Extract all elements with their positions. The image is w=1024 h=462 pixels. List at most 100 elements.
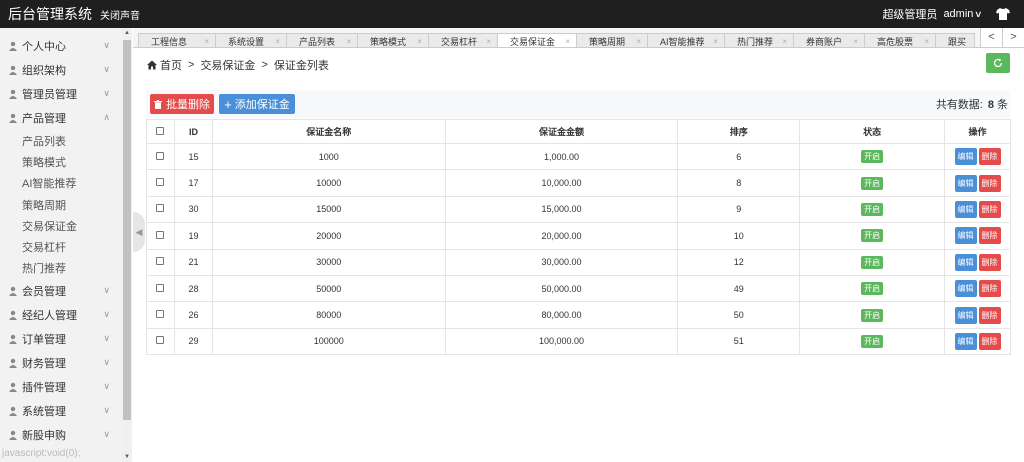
breadcrumb-level1[interactable]: 交易保证金 [200,57,255,73]
sidebar-item-a3[interactable]: 财务管理 ∨ [0,351,120,375]
header-amount[interactable]: 保证金金额 [444,119,679,144]
close-icon[interactable]: × [853,37,858,46]
tab-next-button[interactable]: > [1002,28,1024,47]
scroll-down-icon[interactable]: ▼ [124,454,130,460]
edit-button[interactable]: 编辑 [954,306,977,324]
sidebar-item-1[interactable]: 组织架构 ∨ [0,58,120,82]
status-badge[interactable]: 开启 [861,150,884,164]
sidebar-collapse-handle[interactable]: ◀ [133,212,145,252]
row-checkbox[interactable] [156,151,165,160]
row-checkbox[interactable] [156,336,165,345]
sidebar-subitem[interactable]: 产品列表 [0,130,120,151]
row-checkbox[interactable] [156,310,165,319]
tab-4[interactable]: 交易杠杆 × [428,33,498,47]
header-name[interactable]: 保证金名称 [211,119,446,144]
tab-10[interactable]: 高危股票 × [864,33,936,47]
header-status[interactable]: 状态 [799,119,946,144]
tab-prev-button[interactable]: < [981,28,1002,47]
status-badge[interactable]: 开启 [861,282,884,296]
edit-button[interactable]: 编辑 [954,332,977,350]
sidebar-item-3[interactable]: 产品管理 ∧ [0,106,120,130]
row-checkbox[interactable] [156,178,165,187]
edit-button[interactable]: 编辑 [954,200,977,218]
cell-status: 开启 [799,274,946,303]
chevron-down-icon[interactable]: ∨ [974,9,983,20]
cell-status: 开启 [799,142,946,171]
close-icon[interactable]: × [417,37,422,46]
sidebar-subitem[interactable]: 策略模式 [0,151,120,172]
sidebar-item-a2[interactable]: 订单管理 ∨ [0,327,120,351]
sidebar-item-a1[interactable]: 经纪人管理 ∨ [0,303,120,327]
edit-button[interactable]: 编辑 [954,280,977,298]
close-icon[interactable]: × [636,37,641,46]
tab-9[interactable]: 券商账户 × [793,33,865,47]
breadcrumb-home[interactable]: 首页 [160,57,182,73]
mute-sound-link[interactable]: 关闭声音 [100,7,140,22]
close-icon[interactable]: × [713,37,718,46]
total-number: 8 [987,99,994,111]
sidebar-item-a6[interactable]: 新股申购 ∨ [0,423,120,447]
status-badge[interactable]: 开启 [861,229,884,243]
header-id[interactable]: ID [173,119,213,144]
tab-6[interactable]: 策略周期 × [576,33,648,47]
delete-button[interactable]: 删除 [978,253,1001,271]
delete-button[interactable]: 删除 [978,148,1001,166]
cell-status: 开启 [799,195,946,224]
tab-7[interactable]: AI智能推荐 × [647,33,725,47]
status-badge[interactable]: 开启 [861,202,884,216]
status-badge[interactable]: 开启 [861,308,884,322]
close-icon[interactable]: × [275,37,280,46]
sidebar-item-label: 财务管理 [22,358,66,371]
edit-button[interactable]: 编辑 [954,227,977,245]
header-sort[interactable]: 排序 [677,119,801,144]
delete-button[interactable]: 删除 [978,280,1001,298]
edit-button[interactable]: 编辑 [954,148,977,166]
close-icon[interactable]: × [486,37,491,46]
delete-button[interactable]: 删除 [978,332,1001,350]
row-checkbox[interactable] [156,230,165,239]
sidebar-item-a0[interactable]: 会员管理 ∨ [0,279,120,303]
scroll-up-icon[interactable]: ▲ [124,30,130,36]
tab-8[interactable]: 热门推荐 × [724,33,794,47]
tab-1[interactable]: 系统设置 × [215,33,287,47]
batch-delete-button[interactable]: 批量删除 [150,94,214,114]
status-badge[interactable]: 开启 [861,176,884,190]
scrollbar-thumb[interactable] [123,40,131,420]
sidebar-subitem[interactable]: 策略周期 [0,194,120,215]
edit-button[interactable]: 编辑 [954,174,977,192]
tab-5[interactable]: 交易保证金 × [497,33,577,47]
sidebar-subitem[interactable]: AI智能推荐 [0,173,120,194]
close-icon[interactable]: × [346,37,351,46]
row-checkbox[interactable] [156,283,165,292]
refresh-button[interactable] [986,53,1010,73]
delete-button[interactable]: 删除 [978,306,1001,324]
delete-button[interactable]: 删除 [978,227,1001,245]
delete-button[interactable]: 删除 [978,200,1001,218]
sidebar-item-a4[interactable]: 插件管理 ∨ [0,375,120,399]
row-checkbox[interactable] [156,204,165,213]
sidebar-item-0[interactable]: 个人中心 ∨ [0,34,120,58]
sidebar-item-a5[interactable]: 系统管理 ∨ [0,399,120,423]
select-all-checkbox[interactable] [156,126,165,135]
add-margin-button[interactable]: + 添加保证金 [219,94,295,114]
status-badge[interactable]: 开启 [861,334,884,348]
close-icon[interactable]: × [924,37,929,46]
sidebar-item-2[interactable]: 管理员管理 ∨ [0,82,120,106]
tab-2[interactable]: 产品列表 × [286,33,358,47]
shirt-icon[interactable] [996,8,1010,20]
close-icon[interactable]: × [204,37,209,46]
tab-3[interactable]: 策略模式 × [357,33,429,47]
delete-button[interactable]: 删除 [978,174,1001,192]
sidebar-subitem[interactable]: 交易保证金 [0,215,120,236]
status-badge[interactable]: 开启 [861,255,884,269]
row-checkbox[interactable] [156,257,165,266]
tab-0[interactable]: 工程信息 × [138,33,216,47]
sidebar-subitem[interactable]: 交易杠杆 [0,236,120,257]
username-dropdown[interactable]: admin [943,8,973,20]
sidebar-scrollbar[interactable]: ▲ ▼ [122,28,132,462]
tab-11[interactable]: 跟买 [935,33,975,47]
close-icon[interactable]: × [782,37,787,46]
sidebar-subitem[interactable]: 热门推荐 [0,258,120,279]
edit-button[interactable]: 编辑 [954,253,977,271]
close-icon[interactable]: × [565,37,570,46]
